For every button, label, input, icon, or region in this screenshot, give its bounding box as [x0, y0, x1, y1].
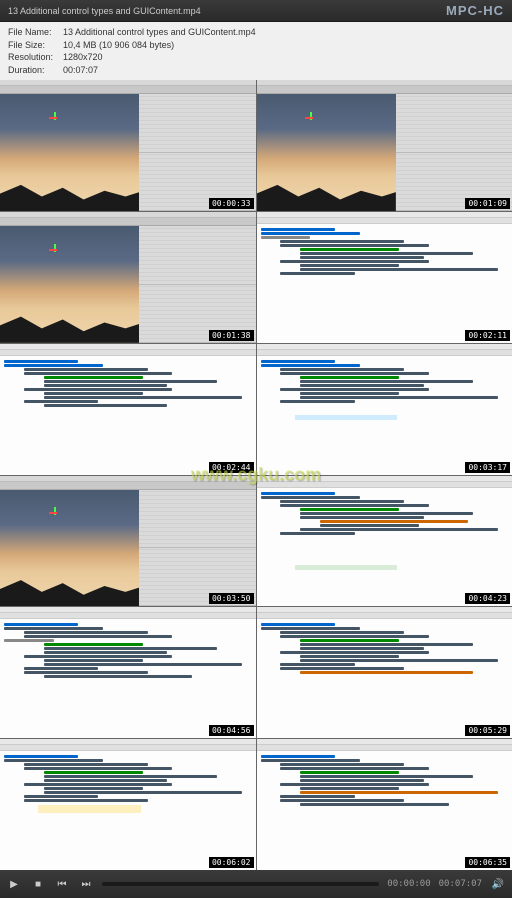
code-editor: [257, 224, 512, 343]
thumbnail: 00:06:35: [257, 739, 512, 870]
thumbnail: 00:04:56: [0, 607, 256, 738]
next-button[interactable]: ⏭: [78, 876, 94, 892]
unity-scene-view: [0, 94, 139, 211]
thumbnail: 00:02:44: [0, 344, 256, 475]
window-title: 13 Additional control types and GUIConte…: [8, 6, 201, 16]
timestamp: 00:00:33: [209, 198, 254, 209]
code-selection-highlight: [295, 415, 397, 420]
play-button[interactable]: ▶: [6, 876, 22, 892]
app-logo: MPC-HC: [446, 3, 504, 18]
unity-inspector: [139, 94, 255, 211]
thumbnail: 00:01:38: [0, 212, 256, 343]
code-selection-highlight: [295, 565, 397, 570]
thumbnail: 00:02:11: [257, 212, 512, 343]
timestamp: 00:03:17: [465, 462, 510, 473]
duration-label: Duration:: [8, 64, 63, 77]
terrain-silhouette: [0, 182, 139, 211]
timestamp: 00:02:11: [465, 330, 510, 341]
thumbnail: 00:01:09: [257, 80, 512, 211]
video-content[interactable]: www.cgku.com 00:00:33: [0, 80, 512, 870]
filename-value: 13 Additional control types and GUIConte…: [63, 26, 256, 39]
thumbnail: 00:06:02: [0, 739, 256, 870]
duration-value: 00:07:07: [63, 64, 98, 77]
resolution-value: 1280x720: [63, 51, 103, 64]
timestamp: 00:04:56: [209, 725, 254, 736]
current-time: 00:00:00: [387, 879, 430, 889]
stop-button[interactable]: ■: [30, 876, 46, 892]
thumbnail: 00:03:50: [0, 476, 256, 607]
timestamp: 00:02:44: [209, 462, 254, 473]
thumbnail-grid: 00:00:33 00:01:09 00:01:38: [0, 80, 512, 870]
thumbnail: 00:04:23: [257, 476, 512, 607]
timestamp: 00:01:09: [465, 198, 510, 209]
timestamp: 00:06:02: [209, 857, 254, 868]
transform-gizmo-icon: [49, 112, 61, 124]
timestamp: 00:03:50: [209, 593, 254, 604]
thumbnail: 00:00:33: [0, 80, 256, 211]
titlebar: 13 Additional control types and GUIConte…: [0, 0, 512, 22]
timestamp: 00:06:35: [465, 857, 510, 868]
volume-icon[interactable]: 🔊: [490, 876, 506, 892]
thumbnail: 00:05:29: [257, 607, 512, 738]
timestamp: 00:01:38: [209, 330, 254, 341]
total-time: 00:07:07: [439, 879, 482, 889]
filesize-label: File Size:: [8, 39, 63, 52]
file-info-panel: File Name: 13 Additional control types a…: [0, 22, 512, 80]
unity-toolbar: [0, 86, 256, 94]
filename-label: File Name:: [8, 26, 63, 39]
player-controls: ▶ ■ ⏮ ⏭ 00:00:00 00:07:07 🔊: [0, 870, 512, 898]
prev-button[interactable]: ⏮: [54, 876, 70, 892]
filesize-value: 10,4 MB (10 906 084 bytes): [63, 39, 174, 52]
code-selection-highlight: [38, 805, 140, 813]
seek-bar[interactable]: [102, 882, 379, 886]
timestamp: 00:05:29: [465, 725, 510, 736]
thumbnail: 00:03:17: [257, 344, 512, 475]
timestamp: 00:04:23: [465, 593, 510, 604]
resolution-label: Resolution:: [8, 51, 63, 64]
